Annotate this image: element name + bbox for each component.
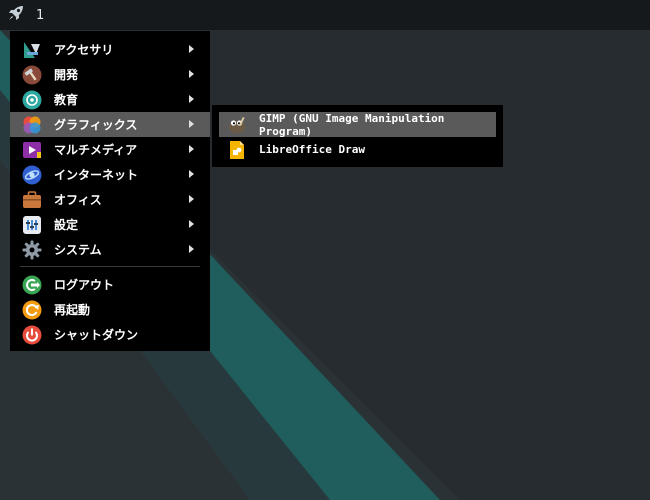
submenu-item-libreoffice-draw[interactable]: LibreOffice Draw: [219, 137, 496, 162]
menu-item-graphics[interactable]: グラフィックス: [10, 112, 210, 137]
internet-icon: [22, 165, 42, 185]
briefcase-icon: [22, 190, 42, 210]
menu-item-label: システム: [54, 243, 102, 257]
taskbar: 1: [0, 0, 650, 30]
menu-separator: [20, 266, 200, 267]
submenu-arrow-icon: [189, 195, 194, 203]
power-icon: [22, 325, 42, 345]
multimedia-icon: [22, 140, 42, 160]
submenu-arrow-icon: [189, 220, 194, 228]
reboot-icon: [22, 300, 42, 320]
submenu-arrow-icon: [189, 245, 194, 253]
submenu-arrow-icon: [189, 45, 194, 53]
menu-item-office[interactable]: オフィス: [10, 187, 210, 212]
submenu-item-label: LibreOffice Draw: [259, 143, 365, 156]
menu-item-label: 再起動: [54, 303, 91, 317]
submenu-arrow-icon: [189, 120, 194, 128]
menu-item-label: グラフィックス: [54, 118, 138, 132]
menu-item-label: 設定: [54, 218, 79, 232]
system-gear-icon: [22, 240, 42, 260]
submenu-arrow-icon: [189, 95, 194, 103]
logout-icon: [22, 275, 42, 295]
gimp-icon: [227, 115, 247, 135]
menu-item-internet[interactable]: インターネット: [10, 162, 210, 187]
menu-item-shutdown[interactable]: シャットダウン: [10, 322, 210, 347]
menu-item-accessories[interactable]: アクセサリ: [10, 37, 210, 62]
application-menu: アクセサリ 開発 教育 グラフィックス マルチメディア インターネット オフィス…: [10, 31, 210, 351]
menu-item-multimedia[interactable]: マルチメディア: [10, 137, 210, 162]
app-launcher-button[interactable]: [2, 0, 30, 30]
education-icon: [22, 90, 42, 110]
menu-item-label: アクセサリ: [54, 43, 114, 57]
submenu-item-label: GIMP (GNU Image Manipulation Program): [259, 111, 445, 138]
libreoffice-draw-icon: [227, 140, 247, 160]
menu-item-development[interactable]: 開発: [10, 62, 210, 87]
rocket-icon: [7, 4, 25, 26]
menu-item-label: シャットダウン: [54, 328, 139, 342]
menu-item-label: インターネット: [54, 168, 139, 182]
menu-item-label: ログアウト: [54, 278, 115, 292]
menu-item-label: 教育: [54, 93, 79, 107]
submenu-arrow-icon: [189, 170, 194, 178]
graphics-icon: [22, 115, 42, 135]
hammer-icon: [22, 65, 42, 85]
menu-item-system[interactable]: システム: [10, 237, 210, 262]
graphics-submenu: GIMP (GNU Image Manipulation Program) Li…: [212, 105, 503, 167]
submenu-item-gimp[interactable]: GIMP (GNU Image Manipulation Program): [219, 111, 496, 138]
menu-item-label: 開発: [54, 68, 79, 82]
menu-item-label: マルチメディア: [54, 143, 138, 157]
workspace-number[interactable]: 1: [36, 8, 44, 23]
menu-item-label: オフィス: [54, 193, 102, 207]
accessories-icon: [22, 40, 42, 60]
menu-item-logout[interactable]: ログアウト: [10, 272, 210, 297]
menu-item-reboot[interactable]: 再起動: [10, 297, 210, 322]
submenu-arrow-icon: [189, 70, 194, 78]
settings-icon: [22, 215, 42, 235]
menu-item-education[interactable]: 教育: [10, 87, 210, 112]
menu-item-settings[interactable]: 設定: [10, 212, 210, 237]
submenu-arrow-icon: [189, 145, 194, 153]
